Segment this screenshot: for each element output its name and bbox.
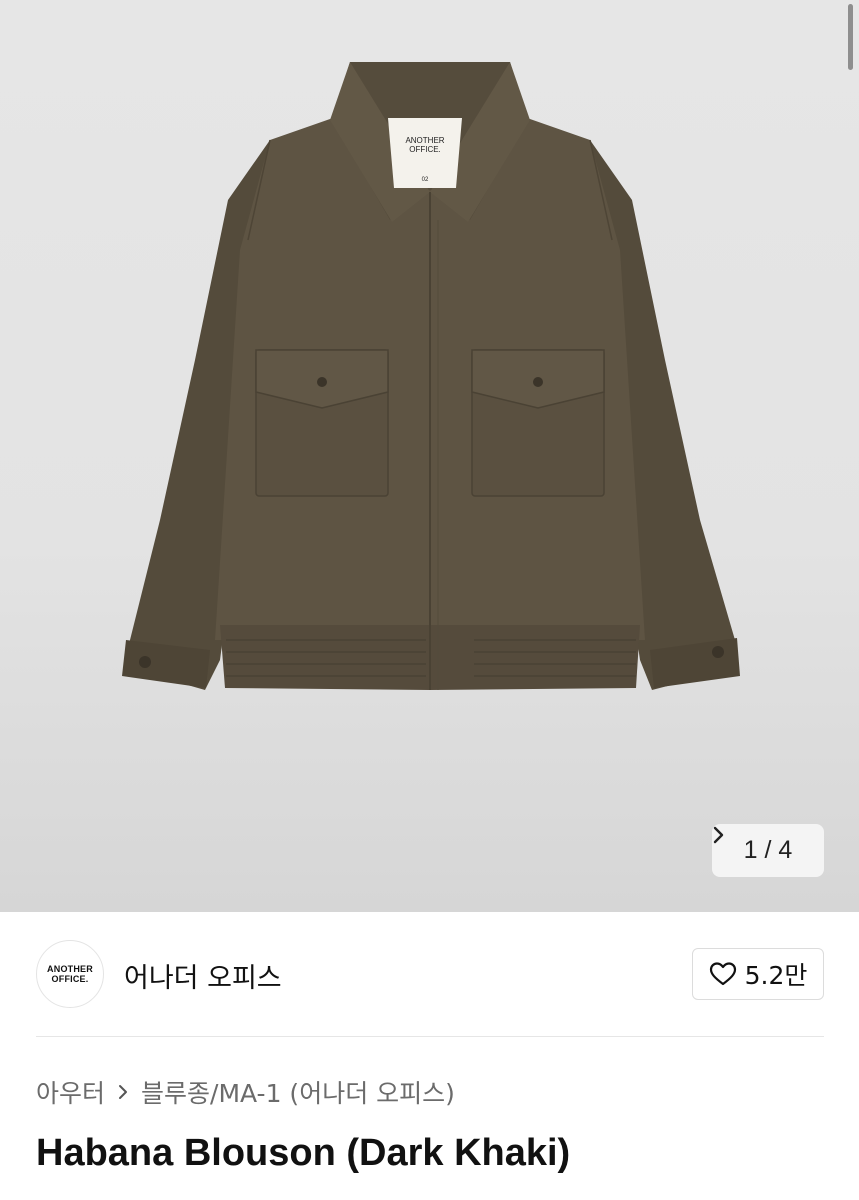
jacket-label-line1: ANOTHER xyxy=(405,136,444,145)
product-image-gallery[interactable]: ANOTHER OFFICE. 02 1 / 4 xyxy=(0,0,859,912)
brand-logo-line1: ANOTHER xyxy=(47,964,93,974)
product-image-jacket: ANOTHER OFFICE. 02 xyxy=(122,62,740,690)
chevron-right-icon xyxy=(713,826,724,844)
breadcrumb-category[interactable]: 아우터 xyxy=(36,1074,105,1110)
jacket-label-size: 02 xyxy=(422,177,429,183)
chevron-right-icon xyxy=(119,1085,128,1099)
divider xyxy=(36,1036,824,1037)
like-count: 5.2만 xyxy=(744,961,808,990)
product-title: Habana Blouson (Dark Khaki) xyxy=(36,1132,571,1174)
heart-icon xyxy=(709,962,736,986)
pager-separator: / xyxy=(764,836,772,864)
image-pager-button[interactable]: 1 / 4 xyxy=(712,824,824,877)
breadcrumb: 아우터 블루종/MA-1 (어나더 오피스) xyxy=(36,1074,455,1110)
pager-current: 1 xyxy=(743,836,758,864)
brand-logo-line2: OFFICE. xyxy=(51,974,89,984)
like-button[interactable]: 5.2만 xyxy=(692,948,824,1000)
jacket-label-line2: OFFICE. xyxy=(409,145,441,154)
brand-name[interactable]: 어나더 오피스 xyxy=(124,956,282,995)
pager-total: 4 xyxy=(778,836,793,864)
breadcrumb-subcategory[interactable]: 블루종/MA-1 (어나더 오피스) xyxy=(141,1074,455,1110)
brand-logo[interactable]: ANOTHER OFFICE. xyxy=(36,940,104,1008)
scrollbar[interactable] xyxy=(848,4,853,70)
brand-row: ANOTHER OFFICE. 어나더 오피스 5.2만 xyxy=(36,940,824,1008)
